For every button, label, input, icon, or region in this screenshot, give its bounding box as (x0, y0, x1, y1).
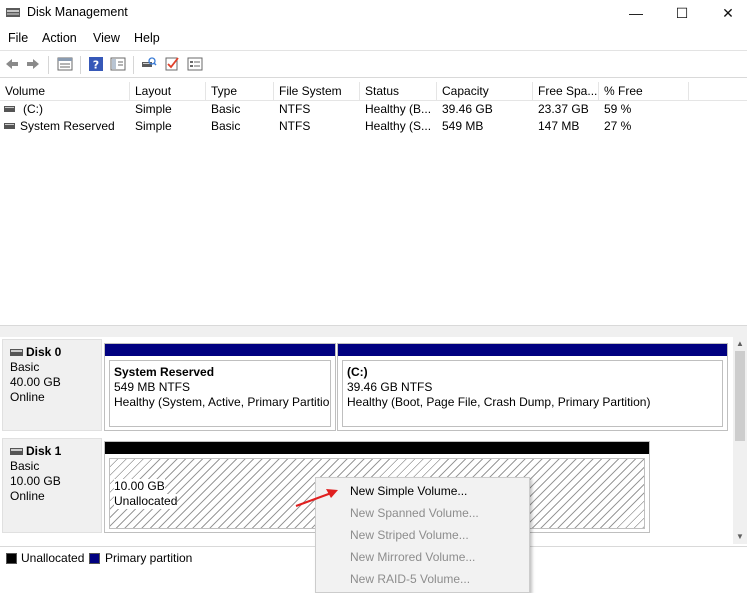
title-bar: Disk Management — ☐ ✕ (0, 0, 747, 26)
disk-0-state: Online (10, 390, 45, 404)
partition-body: System Reserved 549 MB NTFS Healthy (Sys… (109, 360, 331, 427)
partition-status: Healthy (System, Active, Primary Partiti… (114, 395, 331, 409)
cell-volume: System Reserved (20, 119, 115, 133)
close-button[interactable]: ✕ (705, 0, 747, 26)
volume-icon (4, 106, 15, 112)
disk-icon (10, 448, 23, 456)
volume-list-header: Volume Layout Type File System Status Ca… (0, 82, 747, 101)
vertical-scrollbar[interactable]: ▲ ▼ (733, 337, 747, 544)
cell-file-system: NTFS (279, 119, 311, 133)
menu-item-new-mirrored-volume: New Mirrored Volume... (350, 550, 476, 564)
partition-status: Healthy (Boot, Page File, Crash Dump, Pr… (347, 395, 651, 409)
svg-text:?: ? (93, 59, 99, 72)
disk-management-app-icon (6, 8, 20, 17)
cell-layout: Simple (135, 119, 172, 133)
column-header-free-space[interactable]: Free Spa... (533, 82, 599, 101)
cell-free-space: 23.37 GB (538, 102, 589, 116)
cell-free-space: 147 MB (538, 119, 580, 133)
menu-file[interactable]: File (8, 31, 28, 45)
minimize-button[interactable]: — (613, 0, 659, 26)
scroll-up-arrow-icon[interactable]: ▲ (733, 337, 747, 351)
settings-icon[interactable] (187, 56, 203, 72)
console-tree-icon[interactable] (110, 56, 126, 72)
back-icon[interactable] (4, 56, 20, 72)
column-header-layout[interactable]: Layout (130, 82, 206, 101)
cell-layout: Simple (135, 102, 172, 116)
column-header-capacity[interactable]: Capacity (437, 82, 533, 101)
annotation-arrow-icon (295, 489, 338, 507)
menu-view[interactable]: View (93, 31, 120, 45)
column-header-type[interactable]: Type (206, 82, 274, 101)
unallocated-label: Unallocated (114, 494, 178, 509)
partition-size-fs: 549 MB NTFS (114, 380, 191, 394)
cell-file-system: NTFS (279, 102, 311, 116)
cell-status: Healthy (S... (365, 119, 432, 133)
scroll-thumb[interactable] (735, 351, 745, 441)
disk-0-name-row: Disk 0 (10, 345, 101, 360)
forward-icon[interactable] (25, 56, 41, 72)
disk-icon (10, 349, 23, 357)
disk-1-label[interactable]: Disk 1 Basic 10.00 GB Online (2, 438, 102, 533)
toolbar: ? (0, 50, 747, 78)
cell-percent-free: 27 % (604, 119, 632, 133)
table-row[interactable]: System Reserved Simple Basic NTFS Health… (0, 118, 747, 135)
disk-0-name: Disk 0 (26, 345, 62, 359)
partition-c-drive[interactable]: (C:) 39.46 GB NTFS Healthy (Boot, Page F… (337, 343, 728, 431)
cell-percent-free: 59 % (604, 102, 632, 116)
legend-swatch-primary (89, 553, 100, 564)
column-header-status[interactable]: Status (360, 82, 437, 101)
cell-status: Healthy (B... (365, 102, 432, 116)
pane-splitter[interactable] (0, 325, 747, 337)
rescan-disks-icon[interactable] (141, 56, 157, 72)
toolbar-separator (80, 56, 81, 74)
legend-swatch-unallocated (6, 553, 17, 564)
unallocated-size: 10.00 GB (114, 479, 165, 494)
column-header-percent-free[interactable]: % Free (599, 82, 689, 101)
disk-1-state: Online (10, 489, 45, 503)
disk-1-size: 10.00 GB (10, 474, 61, 488)
partition-size-fs: 39.46 GB NTFS (347, 380, 433, 394)
disk-0-size: 40.00 GB (10, 375, 61, 389)
legend-label-unallocated: Unallocated (21, 551, 85, 565)
check-icon[interactable] (164, 56, 180, 72)
table-row[interactable]: (C:) Simple Basic NTFS Healthy (B... 39.… (0, 101, 747, 118)
toolbar-separator (48, 56, 49, 74)
volume-list: Volume Layout Type File System Status Ca… (0, 80, 747, 325)
window-title: Disk Management (27, 5, 128, 19)
volume-icon (4, 123, 15, 129)
menu-help[interactable]: Help (134, 31, 160, 45)
cell-volume: (C:) (23, 102, 43, 116)
menu-action[interactable]: Action (42, 31, 77, 45)
column-header-file-system[interactable]: File System (274, 82, 360, 101)
cell-type: Basic (211, 119, 241, 133)
disk-1-name: Disk 1 (26, 444, 62, 458)
disk-0-label[interactable]: Disk 0 Basic 40.00 GB Online (2, 339, 102, 431)
primary-partition-bar (338, 344, 727, 356)
partition-body: (C:) 39.46 GB NTFS Healthy (Boot, Page F… (342, 360, 723, 427)
partition-system-reserved[interactable]: System Reserved 549 MB NTFS Healthy (Sys… (104, 343, 336, 431)
unallocated-bar (105, 442, 649, 454)
disk-1-name-row: Disk 1 (10, 444, 101, 459)
partition-name: (C:) (347, 365, 368, 379)
maximize-button[interactable]: ☐ (659, 0, 705, 26)
properties-list-icon[interactable] (57, 56, 73, 72)
toolbar-separator (133, 56, 134, 74)
cell-capacity: 39.46 GB (442, 102, 493, 116)
column-header-volume[interactable]: Volume (0, 82, 130, 101)
partition-name: System Reserved (114, 365, 215, 379)
cell-capacity: 549 MB (442, 119, 484, 133)
disk-0-kind: Basic (10, 360, 40, 374)
primary-partition-bar (105, 344, 335, 356)
menu-item-new-raid5-volume: New RAID-5 Volume... (350, 572, 471, 586)
help-icon[interactable]: ? (88, 56, 104, 72)
disk-1-kind: Basic (10, 459, 40, 473)
legend-label-primary: Primary partition (105, 551, 193, 565)
scroll-down-arrow-icon[interactable]: ▼ (733, 530, 747, 544)
cell-type: Basic (211, 102, 241, 116)
menu-bar: File Action View Help (0, 28, 747, 49)
menu-item-new-striped-volume: New Striped Volume... (350, 528, 469, 542)
